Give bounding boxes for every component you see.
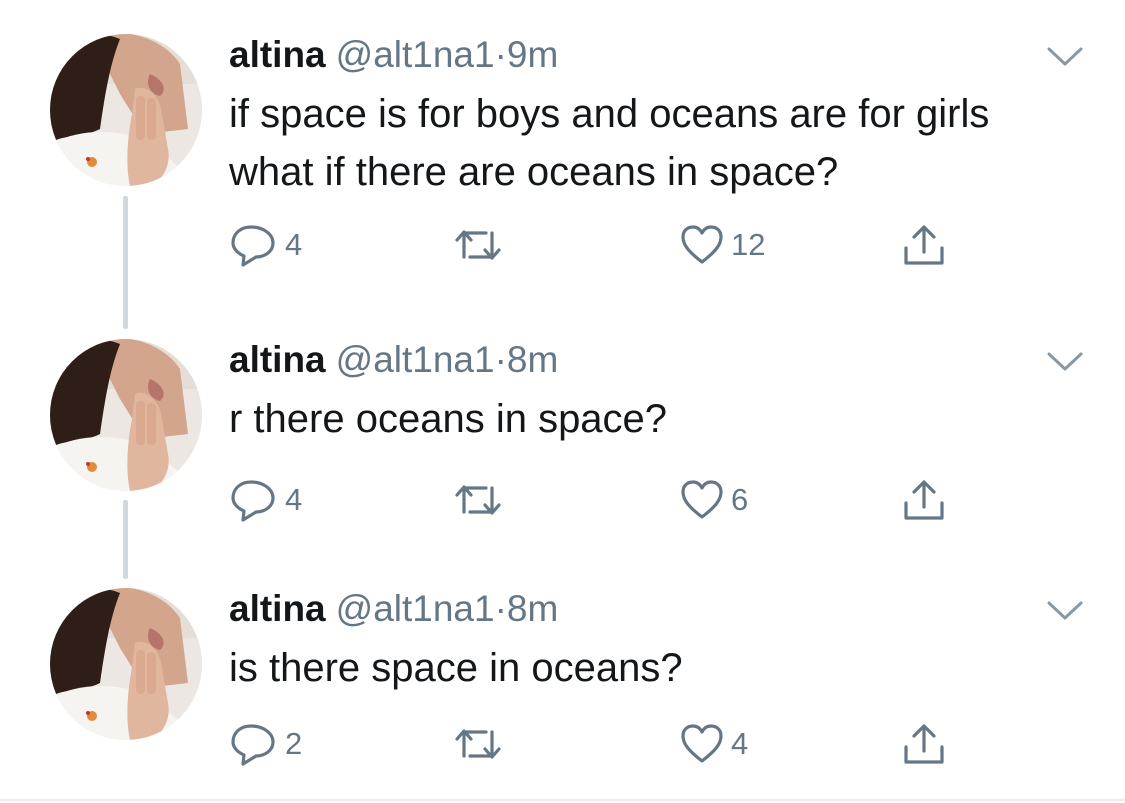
avatar-photo [50,34,202,186]
retweet-button[interactable] [452,719,510,769]
user-handle[interactable]: @alt1na1 [336,34,495,75]
avatar[interactable] [50,339,202,491]
tweet-text: is there space in oceans? [229,646,683,690]
separator-dot: · [494,339,507,380]
tweet-actions: 2 4 [229,719,989,769]
tweet-header: altina @alt1na1·9m [229,33,558,77]
share-icon [901,721,947,767]
separator-dot: · [494,588,507,629]
user-handle[interactable]: @alt1na1 [336,339,495,380]
reply-icon [229,722,279,766]
tweet[interactable]: altina @alt1na1·9m if space is for boys a… [0,0,1125,310]
avatar[interactable] [50,588,202,740]
retweet-button[interactable] [452,220,510,270]
heart-icon [679,723,725,765]
reply-count: 4 [285,227,303,262]
share-button[interactable] [901,220,947,270]
display-name[interactable]: altina [229,34,326,75]
chevron-down-icon[interactable] [1045,350,1085,374]
divider [0,799,1125,801]
tweet[interactable]: altina @alt1na1·8m r there oceans in spac… [0,310,1125,565]
chevron-down-icon[interactable] [1045,599,1085,623]
like-count: 4 [731,726,749,761]
tweet-header: altina @alt1na1·8m [229,587,558,631]
reply-button[interactable]: 2 [229,719,302,769]
timestamp[interactable]: 8m [507,339,558,380]
heart-icon [679,479,725,521]
avatar-photo [50,588,202,740]
retweet-icon [452,724,504,764]
reply-icon [229,478,279,522]
avatar[interactable] [50,34,202,186]
display-name[interactable]: altina [229,339,326,380]
avatar-photo [50,339,202,491]
user-handle[interactable]: @alt1na1 [336,588,495,629]
display-name[interactable]: altina [229,588,326,629]
like-button[interactable]: 4 [679,719,748,769]
tweet-thread: altina @alt1na1·9m if space is for boys a… [0,0,1125,803]
reply-button[interactable]: 4 [229,475,302,525]
tweet-actions: 4 6 [229,475,989,525]
like-button[interactable]: 12 [679,220,765,270]
share-icon [901,222,947,268]
retweet-button[interactable] [452,475,510,525]
reply-button[interactable]: 4 [229,220,302,270]
tweet-header: altina @alt1na1·8m [229,338,558,382]
heart-icon [679,224,725,266]
retweet-icon [452,225,504,265]
share-button[interactable] [901,475,947,525]
chevron-down-icon[interactable] [1045,45,1085,69]
tweet[interactable]: altina @alt1na1·8m is there space in ocea… [0,565,1125,803]
reply-count: 4 [285,482,303,517]
like-button[interactable]: 6 [679,475,748,525]
timestamp[interactable]: 8m [507,588,558,629]
timestamp[interactable]: 9m [507,34,558,75]
tweet-actions: 4 12 [229,220,989,270]
like-count: 12 [731,227,766,262]
retweet-icon [452,480,504,520]
share-icon [901,477,947,523]
separator-dot: · [494,34,507,75]
share-button[interactable] [901,719,947,769]
reply-icon [229,223,279,267]
reply-count: 2 [285,726,303,761]
tweet-text: r there oceans in space? [229,397,668,441]
like-count: 6 [731,482,749,517]
tweet-text: if space is for boys and oceans are for … [229,92,990,194]
